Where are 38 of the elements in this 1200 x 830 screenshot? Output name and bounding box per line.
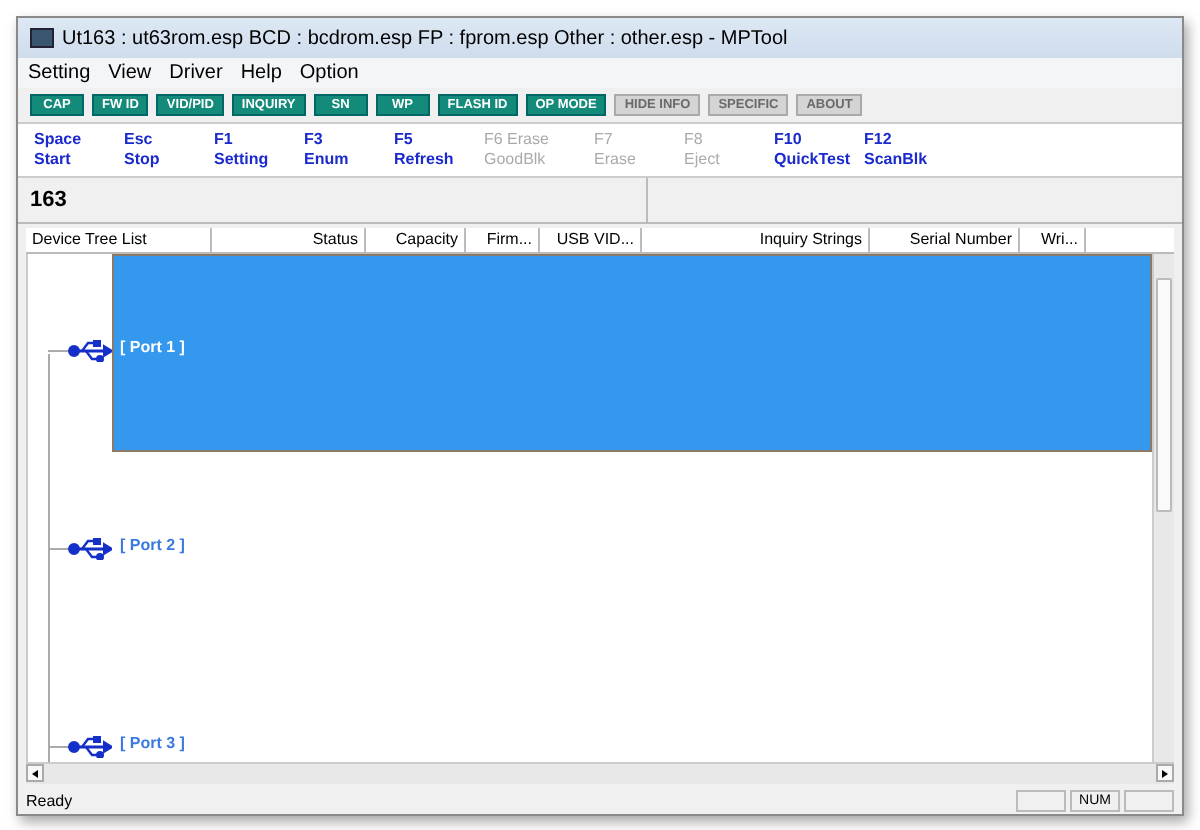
column-header[interactable]: USB VID... [540, 228, 642, 252]
hotkey-button[interactable]: Space Start [34, 130, 124, 170]
port-label: [ Port 2 ] [120, 536, 185, 554]
column-header[interactable]: Status [212, 228, 366, 252]
status-text: Ready [26, 789, 75, 813]
hotkey-button[interactable]: Esc Stop [124, 130, 214, 170]
hotkey-button[interactable]: F5 Refresh [394, 130, 484, 170]
vertical-scrollbar[interactable] [1152, 254, 1174, 762]
column-header[interactable]: Serial Number [870, 228, 1020, 252]
status-panel [1124, 790, 1174, 812]
column-header[interactable]: Capacity [366, 228, 466, 252]
scroll-right-button[interactable] [1156, 764, 1174, 782]
menu-item[interactable]: View [108, 62, 152, 84]
column-header[interactable]: Wri... [1020, 228, 1086, 252]
usb-icon [68, 340, 112, 362]
tree-row[interactable]: [ Port 2 ] [28, 452, 1152, 650]
hotkey-button[interactable]: F10 QuickTest [774, 130, 864, 170]
hotkey-button[interactable]: F1 Setting [214, 130, 304, 170]
menu-item[interactable]: Driver [169, 62, 223, 84]
column-header[interactable]: Firm... [466, 228, 540, 252]
status-panel [1016, 790, 1066, 812]
port-label: [ Port 1 ] [120, 338, 185, 356]
usb-icon [68, 736, 112, 758]
app-icon [30, 28, 54, 48]
scroll-left-button[interactable] [26, 764, 44, 782]
window-title: Ut163 : ut63rom.esp BCD : bcdrom.esp FP : fprom.esp Other : other.esp - MPTool [62, 27, 788, 49]
hotkey-button[interactable]: F3 Enum [304, 130, 394, 170]
column-header[interactable]: Device Tree List [26, 228, 212, 252]
column-header[interactable]: Inquiry Strings [642, 228, 870, 252]
usb-icon [68, 538, 112, 560]
hotkey-button[interactable]: F12 ScanBlk [864, 130, 954, 170]
counter-value: 163 [30, 188, 67, 212]
horizontal-scrollbar[interactable] [26, 762, 1174, 784]
menu-item[interactable]: Help [240, 62, 282, 84]
tree-row[interactable]: [ Port 3 ] [28, 650, 1152, 762]
port-label: [ Port 3 ] [120, 734, 185, 752]
menu-item[interactable]: Option [299, 62, 359, 84]
menu-item[interactable]: Setting [28, 62, 91, 84]
